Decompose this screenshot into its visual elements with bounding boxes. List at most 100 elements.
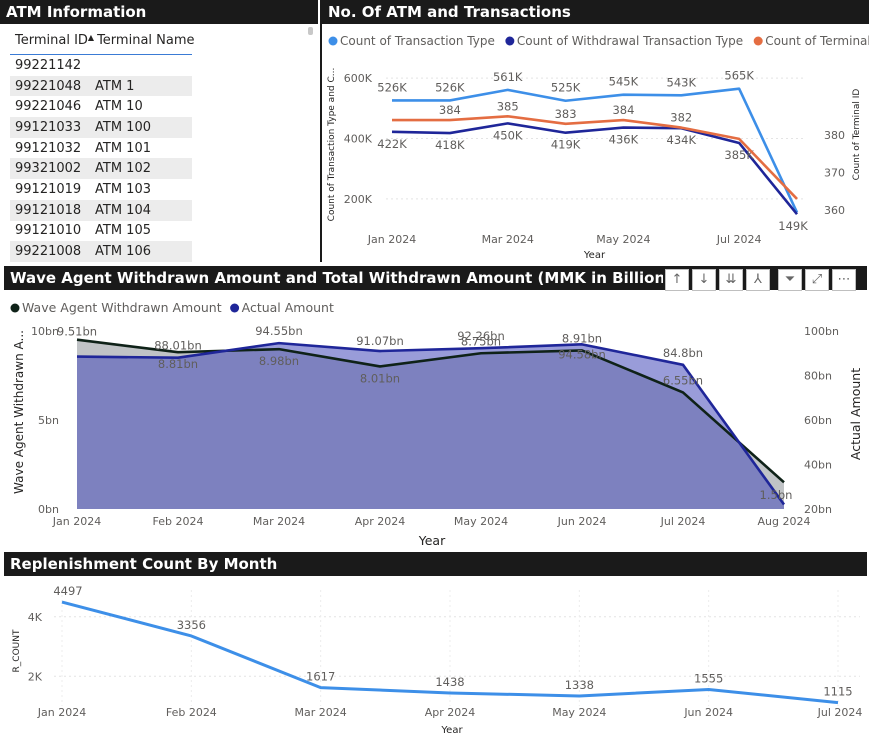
x-tick-label: Apr 2024 xyxy=(425,706,476,719)
more-options-icon[interactable]: ⋯ xyxy=(832,269,856,291)
y-tick-label: 600K xyxy=(344,72,373,85)
x-tick-label: Feb 2024 xyxy=(166,706,217,719)
table-row[interactable]: 99121019 ATM 103 xyxy=(10,179,192,200)
x-tick-label: Jun 2024 xyxy=(557,515,607,528)
replenishment-panel: Replenishment Count By Month 2K 4K Jan 202… xyxy=(4,552,867,737)
y-tick-label: 2K xyxy=(28,670,43,683)
x-tick-label: Jul 2024 xyxy=(660,515,706,528)
table-scrollbar[interactable] xyxy=(308,27,313,35)
col-terminal-name-label: Terminal Name xyxy=(97,32,195,48)
table-row[interactable]: 99121018 ATM 104 xyxy=(10,199,192,221)
data-label: 1617 xyxy=(306,670,335,684)
wave-agent-title: Wave Agent Withdrawn Amount and Total Wi… xyxy=(4,266,663,290)
legend-label: Actual Amount xyxy=(242,300,334,315)
cell-terminal-id: 99121018 xyxy=(15,202,82,218)
cell-terminal-name: ATM 105 xyxy=(95,223,151,239)
table-row[interactable]: 99221048 ATM 1 xyxy=(10,75,192,97)
x-tick-label: May 2024 xyxy=(552,706,606,719)
legend-marker xyxy=(505,36,515,46)
replenishment-title: Replenishment Count By Month xyxy=(4,552,867,576)
table-row[interactable]: 99321002 ATM 102 xyxy=(10,158,192,180)
sort-ascending-icon: ▲ xyxy=(87,32,95,42)
x-tick-label: Jan 2024 xyxy=(367,233,416,246)
data-label: 4497 xyxy=(53,584,82,598)
y2-tick-label: 40bn xyxy=(804,459,832,472)
atm-info-title: ATM Information xyxy=(0,0,318,24)
y2-tick-label: 380 xyxy=(824,129,845,142)
data-label: 1555 xyxy=(694,672,723,686)
col-terminal-id[interactable]: Terminal ID xyxy=(10,33,88,48)
focus-mode-icon[interactable]: ⤢ xyxy=(805,269,829,291)
x-tick-label: Aug 2024 xyxy=(758,515,811,528)
data-label: 91.07bn xyxy=(356,334,404,348)
data-label: 384 xyxy=(612,103,634,117)
data-label: 545K xyxy=(609,75,639,89)
data-label: 8.81bn xyxy=(158,357,198,371)
data-label: 419K xyxy=(551,138,581,152)
y-axis-title: Wave Agent Withdrawn A... xyxy=(12,330,26,494)
cell-terminal-name: ATM 1 xyxy=(95,78,135,94)
hierarchy-icon[interactable]: ⅄ xyxy=(746,269,770,291)
x-axis-title: Year xyxy=(583,250,606,261)
data-label: 8.75bn xyxy=(461,334,501,348)
legend-label: Wave Agent Withdrawn Amount xyxy=(22,300,222,315)
expand-next-level-icon[interactable]: ⇊ xyxy=(719,269,743,291)
data-label: 8.01bn xyxy=(360,371,400,385)
table-row[interactable]: 99121010 ATM 105 xyxy=(10,221,192,242)
data-label: 1115 xyxy=(823,685,852,699)
data-label: 1.5bn xyxy=(760,488,793,502)
legend-marker xyxy=(328,36,338,46)
wave-agent-chart: Wave Agent Withdrawn Amount Actual Amount… xyxy=(10,300,863,548)
data-label: 450K xyxy=(493,128,523,142)
data-label: 418K xyxy=(435,138,465,152)
legend-label: Count of Transaction Type xyxy=(340,34,495,48)
legend-label: Count of Withdrawal Transaction Type xyxy=(517,34,743,48)
data-label: 9.51bn xyxy=(57,325,97,339)
y2-tick-label: 100bn xyxy=(804,325,839,338)
x-tick-label: Jul 2024 xyxy=(716,233,762,246)
x-axis-title: Year xyxy=(440,725,463,736)
x-tick-label: Jul 2024 xyxy=(817,706,863,719)
filter-icon[interactable]: ⏷ xyxy=(778,269,802,291)
table-row[interactable]: 99121032 ATM 101 xyxy=(10,138,192,159)
table-row[interactable]: 99221008 ATM 106 xyxy=(10,241,192,262)
atm-info-panel: ATM Information Terminal ID ▲ Terminal Na… xyxy=(0,0,318,262)
col-terminal-name[interactable]: ▲ Terminal Name xyxy=(88,33,195,48)
cell-terminal-id: 99221046 xyxy=(15,99,82,115)
data-label: 149K xyxy=(778,219,808,233)
table-row[interactable]: 99221046 ATM 10 xyxy=(10,96,192,117)
data-label: 1438 xyxy=(435,675,464,689)
y2-tick-label: 370 xyxy=(824,167,845,180)
drill-down-icon[interactable]: ↓ xyxy=(692,269,716,291)
data-label: 434K xyxy=(667,133,697,147)
x-tick-label: Apr 2024 xyxy=(355,515,406,528)
y-tick-label: 4K xyxy=(28,611,43,624)
table-row[interactable]: 99121033 ATM 100 xyxy=(10,117,192,138)
cell-terminal-id: 99121033 xyxy=(15,119,82,135)
data-label: 384 xyxy=(439,103,461,117)
cell-terminal-id: 99121019 xyxy=(15,181,82,197)
legend-marker xyxy=(10,303,20,313)
x-tick-label: Jan 2024 xyxy=(37,706,86,719)
data-label: 383 xyxy=(555,107,577,121)
cell-terminal-name: ATM 102 xyxy=(95,161,151,177)
data-label: 6.55bn xyxy=(663,373,703,387)
x-tick-label: Jun 2024 xyxy=(683,706,733,719)
data-label: 422K xyxy=(377,137,407,151)
x-tick-label: Feb 2024 xyxy=(153,515,204,528)
cell-terminal-name: ATM 100 xyxy=(95,119,151,135)
table-header: Terminal ID ▲ Terminal Name xyxy=(10,26,195,55)
data-label: 561K xyxy=(493,70,523,84)
cell-terminal-name: ATM 104 xyxy=(95,202,151,218)
data-label: 436K xyxy=(609,133,639,147)
cell-terminal-id: 99221142 xyxy=(15,57,82,73)
drill-up-icon[interactable]: ↑ xyxy=(665,269,689,291)
y-tick-label: 400K xyxy=(344,132,373,145)
data-label: 3356 xyxy=(177,618,206,632)
table-row[interactable]: 99221142 xyxy=(10,55,192,76)
cell-terminal-name: ATM 101 xyxy=(95,140,151,156)
x-tick-label: Jan 2024 xyxy=(52,515,101,528)
data-label: 84.8bn xyxy=(663,346,703,360)
cell-terminal-id: 99121010 xyxy=(15,223,82,239)
data-label: 543K xyxy=(667,75,697,89)
